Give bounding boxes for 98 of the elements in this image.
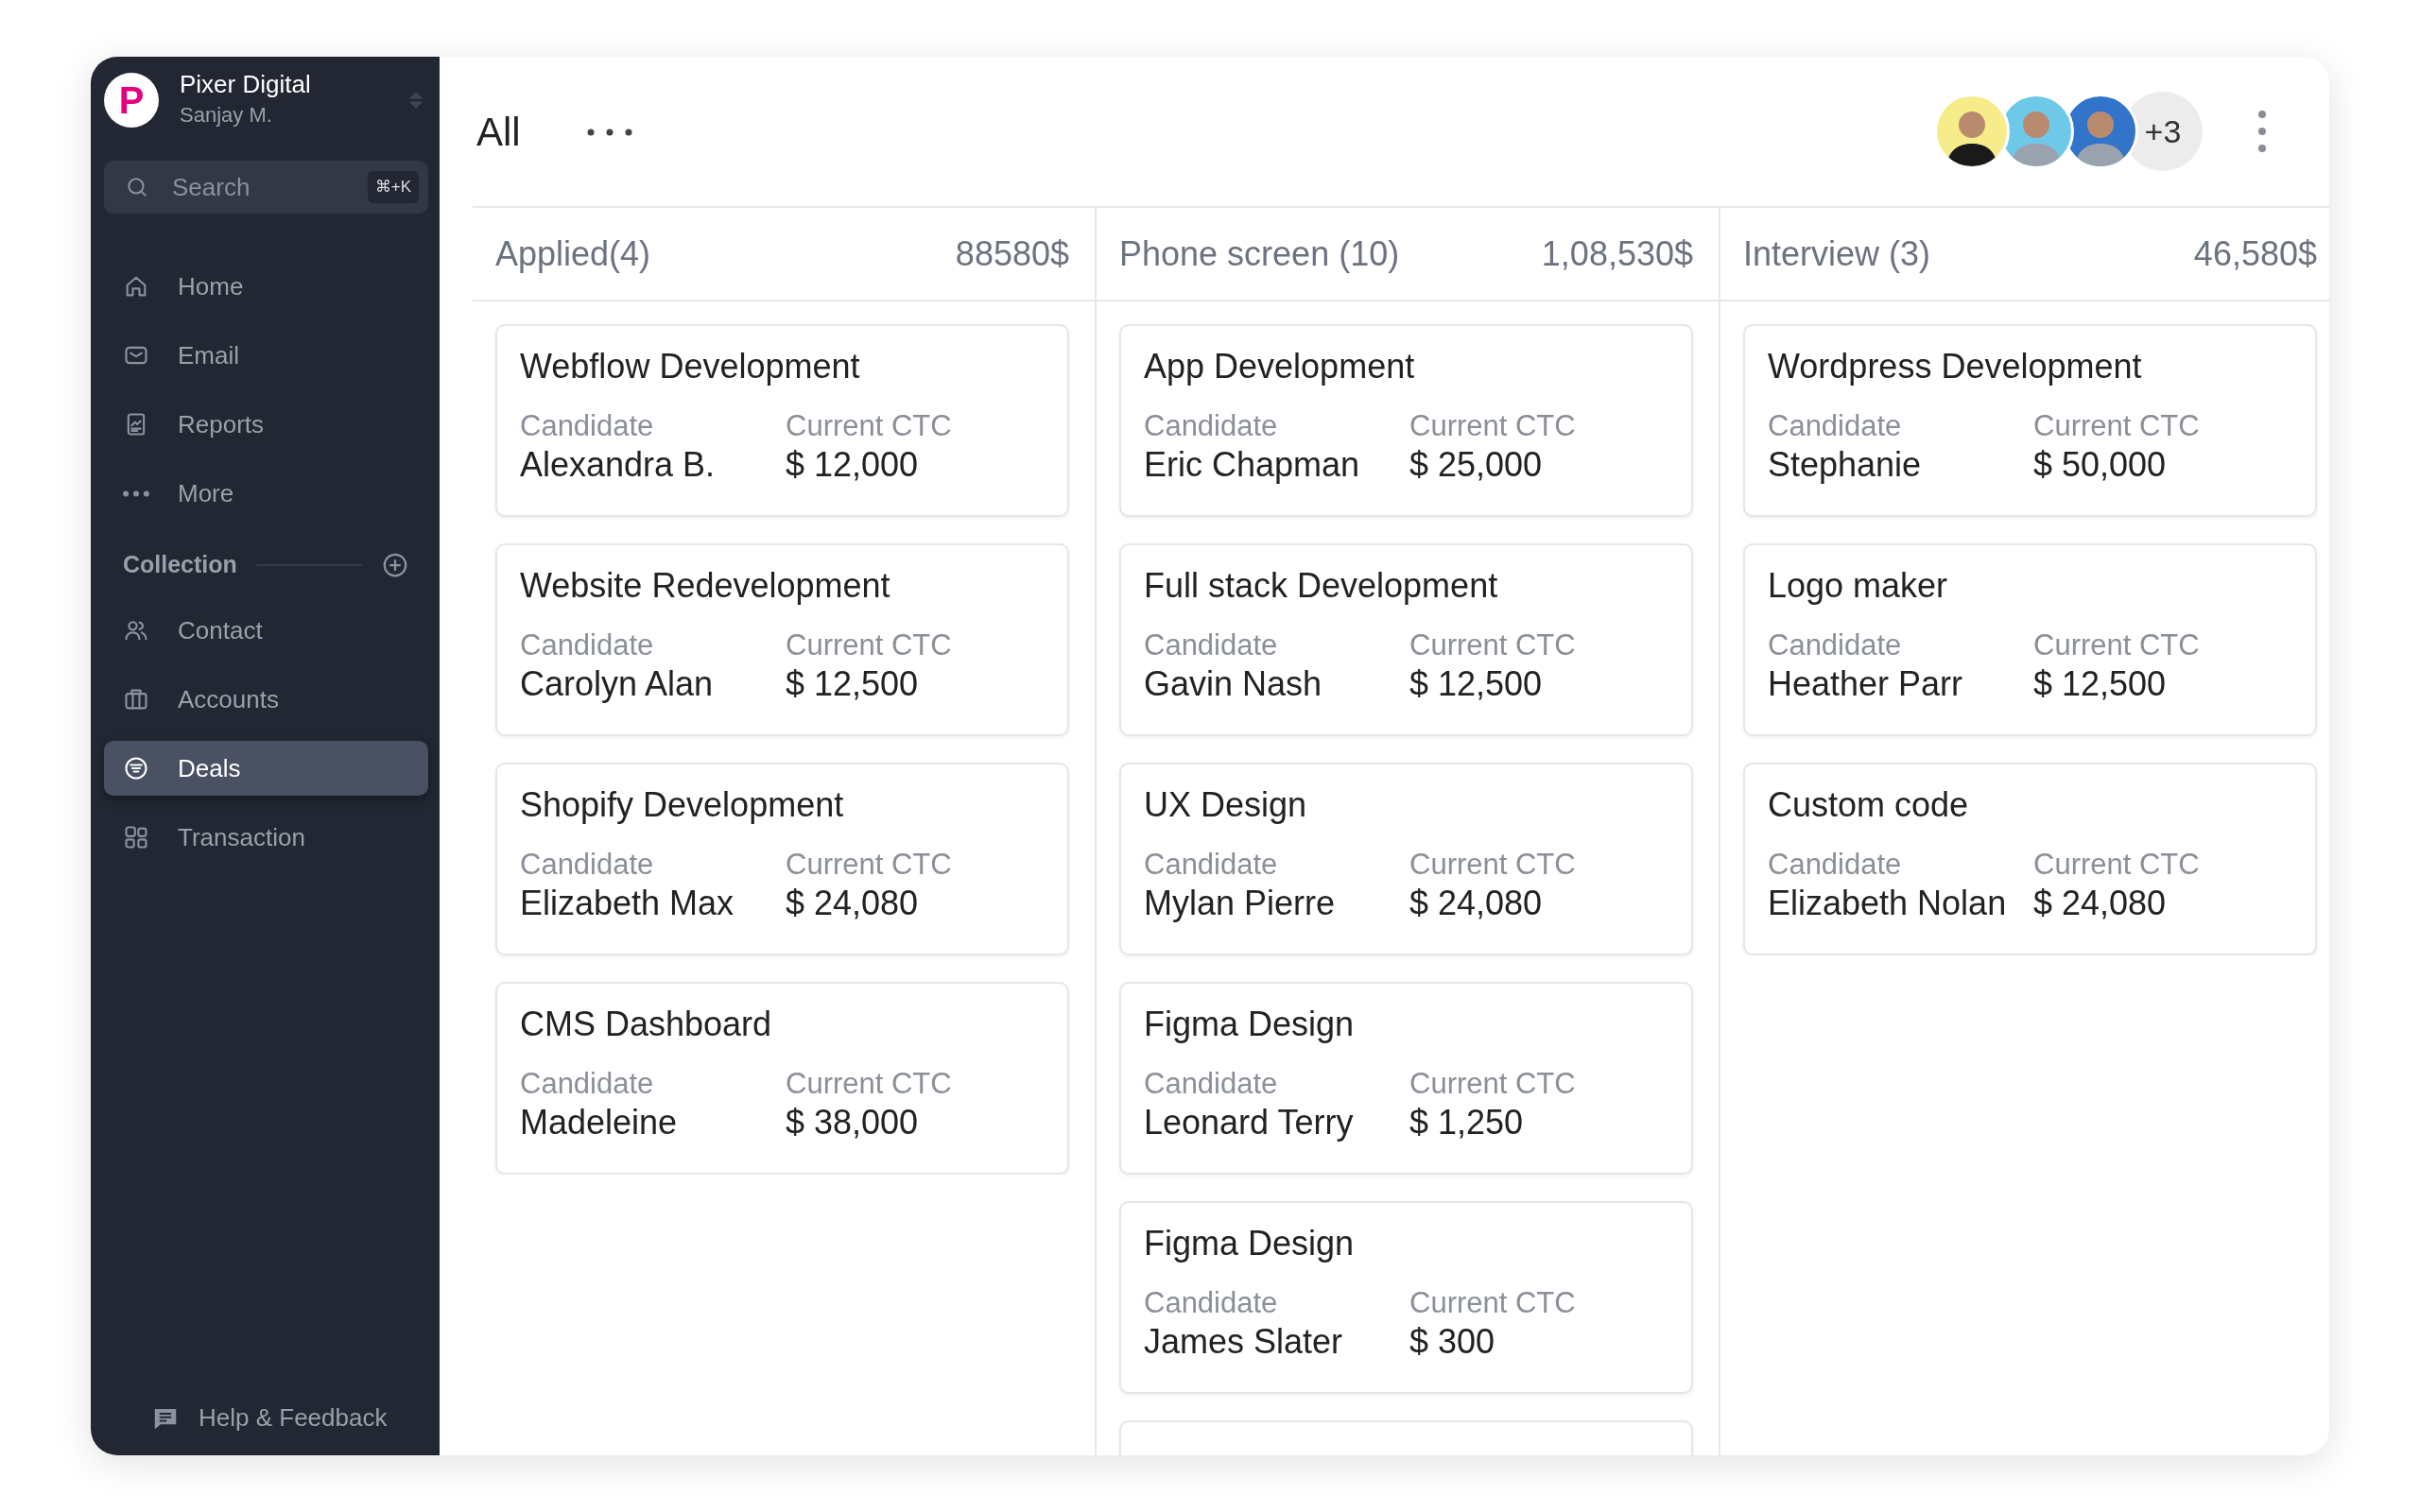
sidebar-item[interactable]: Contact [104,603,428,659]
deal-card[interactable]: Logo maker Candidate Current CTC Heather Parr $ 12,500 [1743,543,2317,736]
field-label: Candidate [1768,627,1903,662]
deal-card[interactable]: CMS Dashboard Candidate Current CTC Madeleine $ 38,000 [495,982,1069,1175]
logo: P [104,73,159,129]
field-label: Current CTC [786,1065,953,1101]
ctc-value: $ 1,250 [1409,1102,1525,1143]
field-label: Current CTC [786,627,953,662]
deal-card[interactable]: Webflow Development Candidate Current CTC Alexandra B. $ 12,000 [495,324,1069,517]
field-label: Current CTC [2033,407,2201,443]
deal-card[interactable]: Shopify Development Candidate Current CTC Elizabeth Max $ 24,080 [495,763,1069,955]
column-total: 88580$ [955,232,1069,275]
candidate-name: Gavin Nash [1144,663,1323,705]
sidebar-item[interactable]: Deals [104,741,428,797]
field-label: Current CTC [786,846,953,882]
column-title: Interview (3) [1743,232,1931,275]
candidate-name: Leonard Terry [1144,1102,1355,1143]
ctc-value: $ 25,000 [1409,444,1544,486]
field-label: Current CTC [1409,846,1577,882]
kebab-icon [2257,110,2267,153]
column-title: Phone screen (10) [1119,232,1400,275]
card-title: App Development [1144,346,1416,387]
sidebar-item[interactable]: Reports [104,397,428,453]
field-label: Candidate [1144,1065,1279,1101]
shortcut-hint: ⌘+K [367,171,419,203]
field-label: Candidate [1768,846,1903,882]
field-label: Candidate [520,1065,655,1101]
candidate-name: Eric Chapman [1144,444,1361,486]
candidate-name: Elizabeth Max [520,883,735,924]
sidebar-item[interactable]: More [104,466,428,522]
ctc-value: $ 12,500 [1409,663,1544,705]
ctc-value: $ 24,080 [2033,883,2168,924]
column-total: 1,08,530$ [1541,232,1693,275]
workspace-name: Pixer Digital [180,70,311,100]
field-label: Candidate [520,846,655,882]
field-label: Candidate [1144,1284,1279,1320]
field-label: Current CTC [1409,1284,1577,1320]
field-label: Candidate [1768,407,1903,443]
search-bar[interactable]: Search ⌘+K [104,161,428,215]
field-label: Candidate [520,627,655,662]
deal-card[interactable]: Full stack Development Candidate Current CTC Gavin Nash $ 12,500 [1119,543,1693,736]
user-name: Sanjay M. [180,102,273,129]
field-label: Candidate [1144,407,1279,443]
field-label: Candidate [1144,627,1279,662]
sidebar-item[interactable]: Accounts [104,672,428,728]
candidate-name: Heather Parr [1768,663,1964,705]
deal-card[interactable]: Figma Design Candidate Current CTC Leonard Terry $ 1,250 [1119,982,1693,1175]
candidate-name: James Slater [1144,1321,1344,1363]
field-label: Current CTC [1409,1065,1577,1101]
ctc-value: $ 24,080 [786,883,920,924]
ctc-value: $ 12,500 [2033,663,2168,705]
field-label: Current CTC [2033,846,2201,882]
search-field[interactable]: Search [172,168,345,206]
card-title: Figma Design [1144,1004,1356,1045]
deal-card[interactable]: UX Design Candidate Current CTC Mylan Pierre $ 24,080 [1119,763,1693,955]
field-label: Current CTC [1409,627,1577,662]
view-title: All [476,108,521,156]
ctc-value: $ 12,000 [786,444,920,486]
ctc-value: $ 12,500 [786,663,920,705]
field-label: Candidate [1144,846,1279,882]
column-total: 46,580$ [2193,232,2317,275]
card-title: Webflow Development [520,346,861,387]
field-label: Current CTC [1409,407,1577,443]
candidate-name: Alexandra B. [520,444,717,486]
card-title: Website Redevelopment [520,565,891,607]
field-label: Current CTC [2033,627,2201,662]
ctc-value: $ 24,080 [1409,883,1544,924]
card-title: Custom code [1768,784,1970,826]
candidate-name: Mylan Pierre [1144,883,1337,924]
card-title: Logo maker [1768,565,1949,607]
field-label: Candidate [520,407,655,443]
card-title: Wordpress Development [1768,346,2143,387]
ctc-value: $ 38,000 [786,1102,920,1143]
deal-card[interactable]: Figma Design Candidate Current CTC James Slater $ 300 [1119,1201,1693,1394]
ctc-value: $ 300 [1409,1321,1496,1363]
card-title: CMS Dashboard [520,1004,773,1045]
help-link[interactable]: Help & Feedback [104,1400,428,1436]
ellipsis-icon [123,490,149,497]
sidebar-item[interactable]: Home [104,259,428,315]
sidebar-item[interactable]: Email [104,328,428,384]
deal-card[interactable]: Custom code Candidate Current CTC Elizabeth Nolan $ 24,080 [1743,763,2317,955]
section-title: Collection [123,550,237,580]
candidate-name: Carolyn Alan [520,663,715,705]
card-title: UX Design [1144,784,1308,826]
candidate-name: Madeleine [520,1102,679,1143]
card-title: Full stack Development [1144,565,1499,607]
sidebar-item[interactable]: Transaction [104,810,428,866]
grid-icon [123,824,149,851]
deal-card[interactable]: App Development Candidate Current CTC Eric Chapman $ 25,000 [1119,324,1693,517]
ctc-value: $ 50,000 [2033,444,2168,486]
candidate-name: Stephanie [1768,444,1923,486]
field-label: Current CTC [786,407,953,443]
column-title: Applied(4) [495,232,651,275]
deal-card[interactable]: Website Redevelopment Candidate Current CTC Carolyn Alan $ 12,500 [495,543,1069,736]
card-title: Figma Design [1144,1223,1356,1264]
candidate-name: Elizabeth Nolan [1768,883,2008,924]
deal-card[interactable]: Wordpress Development Candidate Current CTC Stephanie $ 50,000 [1743,324,2317,517]
card-title: Shopify Development [520,784,845,826]
